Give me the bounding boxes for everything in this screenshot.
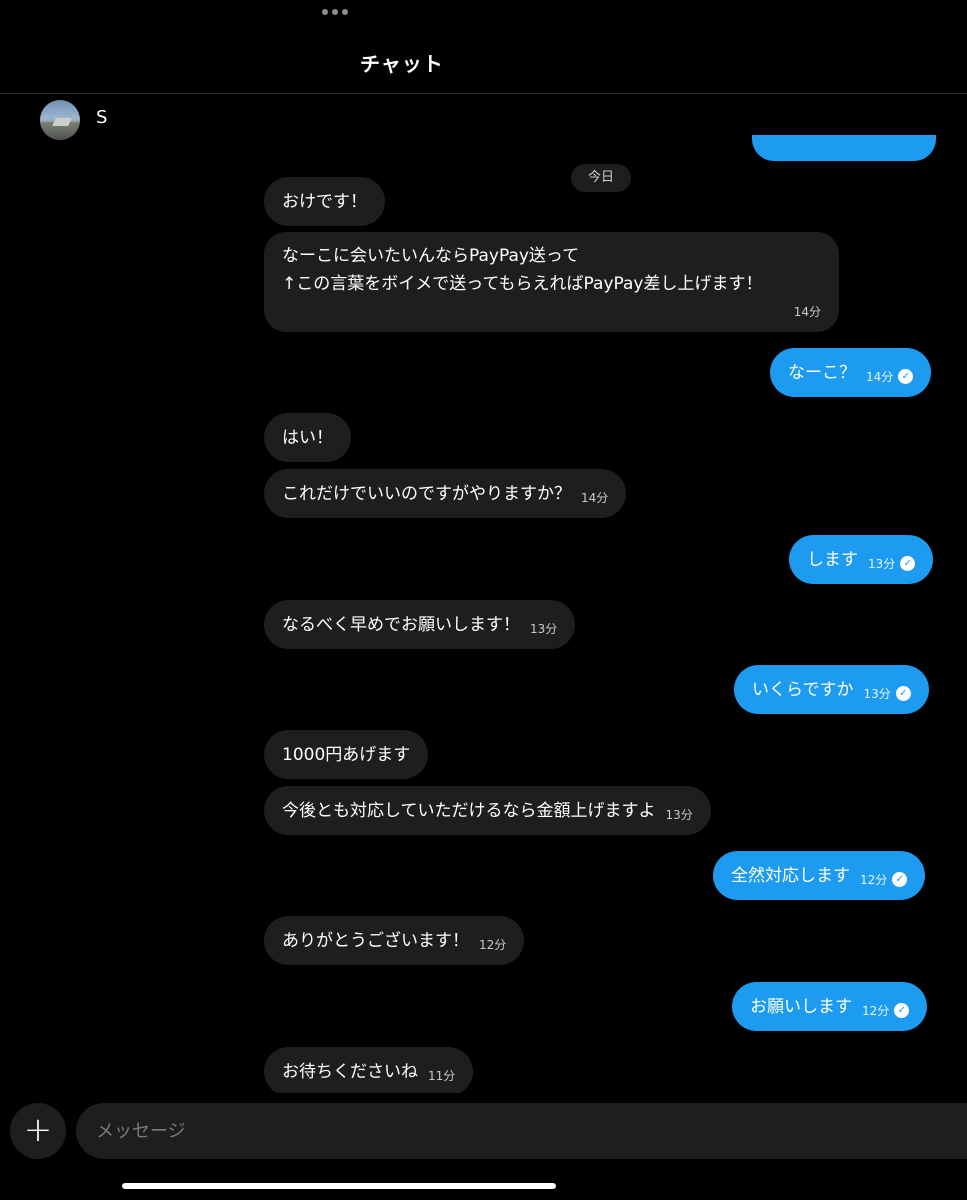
message-time: 14分 bbox=[866, 369, 894, 384]
message-text: ありがとうございます！ bbox=[282, 930, 469, 951]
outgoing-message[interactable]: なーこ？ 14分 ✓ bbox=[770, 348, 932, 397]
message-time: 13分 bbox=[868, 556, 896, 571]
outgoing-message[interactable]: 全然対応します 12分 ✓ bbox=[713, 851, 926, 900]
message-text: お願いします bbox=[750, 996, 852, 1017]
plus-icon[interactable]: + bbox=[10, 1103, 66, 1159]
incoming-message[interactable]: なるべく早めでお願いします！ 13分 bbox=[264, 600, 576, 649]
message-text: 今後とも対応していただけるなら金額上げますよ bbox=[282, 800, 656, 821]
message-time: 12分 bbox=[862, 1003, 890, 1018]
outgoing-message[interactable]: お願いします 12分 ✓ bbox=[732, 982, 928, 1031]
message-time: 12分 bbox=[479, 937, 507, 952]
partial-outgoing-bubble bbox=[752, 135, 936, 161]
incoming-message[interactable]: 1000円あげます bbox=[264, 730, 429, 779]
chat-screen: チャット S 今日 おけです！ なーこに会いたいんならPayPay送って ↑この… bbox=[0, 0, 967, 1200]
message-text: なるべく早めでお願いします！ bbox=[282, 614, 520, 635]
message-text: お待ちくださいね bbox=[282, 1061, 418, 1082]
message-time: 13分 bbox=[863, 686, 891, 701]
message-text: いくらですか bbox=[752, 679, 854, 700]
message-text: ↑この言葉をボイメで送ってもらえればPayPay差し上げます！ bbox=[282, 274, 763, 294]
title-bar: チャット bbox=[0, 0, 967, 94]
message-time: 14分 bbox=[793, 305, 821, 319]
message-text: これだけでいいのですがやりますか？ bbox=[282, 483, 571, 504]
message-time: 13分 bbox=[530, 621, 558, 636]
page-title: チャット bbox=[360, 52, 444, 76]
message-text: はい！ bbox=[282, 427, 333, 448]
message-text: なーこ？ bbox=[788, 362, 856, 383]
read-check-icon: ✓ bbox=[892, 872, 908, 887]
incoming-message[interactable]: なーこに会いたいんならPayPay送って ↑この言葉をボイメで送ってもらえればP… bbox=[264, 232, 839, 332]
incoming-message[interactable]: 今後とも対応していただけるなら金額上げますよ 13分 bbox=[264, 786, 711, 835]
message-time: 12分 bbox=[860, 872, 888, 887]
incoming-message[interactable]: ありがとうございます！ 12分 bbox=[264, 916, 525, 965]
date-divider: 今日 bbox=[571, 164, 631, 192]
incoming-message[interactable]: お待ちくださいね 11分 bbox=[264, 1047, 474, 1093]
read-check-icon: ✓ bbox=[895, 686, 911, 701]
outgoing-message[interactable]: します 13分 ✓ bbox=[789, 535, 934, 584]
read-check-icon: ✓ bbox=[898, 369, 914, 384]
message-text: 1000円あげます bbox=[282, 744, 411, 765]
read-check-icon: ✓ bbox=[900, 556, 916, 571]
outgoing-message[interactable]: いくらですか 13分 ✓ bbox=[734, 665, 929, 714]
incoming-message[interactable]: はい！ bbox=[264, 413, 351, 462]
incoming-message[interactable]: これだけでいいのですがやりますか？ 14分 bbox=[264, 469, 627, 518]
message-time: 14分 bbox=[581, 490, 609, 505]
message-text: おけです！ bbox=[282, 191, 367, 212]
message-text: なーこに会いたいんならPayPay送って bbox=[282, 246, 580, 266]
home-indicator[interactable] bbox=[122, 1183, 556, 1189]
incoming-message[interactable]: おけです！ bbox=[264, 177, 385, 226]
message-composer: + bbox=[0, 1102, 967, 1160]
message-time: 13分 bbox=[665, 807, 693, 822]
message-list[interactable]: 今日 おけです！ なーこに会いたいんならPayPay送って ↑この言葉をボイメで… bbox=[0, 95, 967, 1093]
message-input[interactable] bbox=[76, 1103, 967, 1159]
message-text: します bbox=[807, 549, 858, 570]
read-check-icon: ✓ bbox=[894, 1003, 910, 1018]
message-time: 11分 bbox=[428, 1068, 456, 1083]
message-text: 全然対応します bbox=[731, 865, 850, 886]
